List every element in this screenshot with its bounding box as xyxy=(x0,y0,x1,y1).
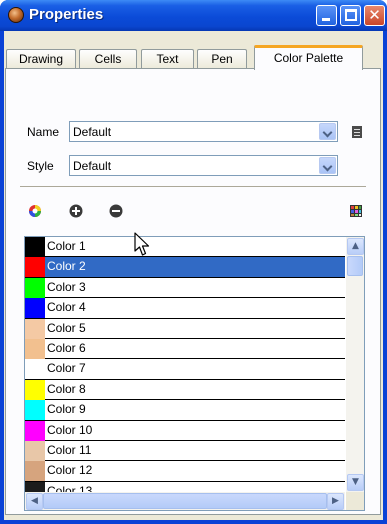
chevron-left-icon: ◀ xyxy=(31,496,38,506)
color-palette-panel: Name Default Style Default Color 1 Color… xyxy=(5,68,381,515)
color-swatch xyxy=(25,440,45,461)
tab-text[interactable]: Text xyxy=(141,49,194,69)
tab-cells[interactable]: Cells xyxy=(79,49,137,69)
close-icon: ✕ xyxy=(368,6,381,24)
color-list-item[interactable]: Color 11 xyxy=(25,440,345,462)
color-label: Color 10 xyxy=(47,422,93,437)
color-swatch xyxy=(25,237,45,257)
color-label: Color 5 xyxy=(47,320,86,335)
app-icon xyxy=(8,7,24,23)
color-swatch xyxy=(25,359,45,380)
color-label: Color 11 xyxy=(47,442,92,457)
color-list-item[interactable]: Color 4 xyxy=(25,298,345,319)
color-label: Color 6 xyxy=(47,340,86,355)
color-label: Color 4 xyxy=(47,300,86,315)
tab-strip: Drawing Cells Text Pen Color Palette xyxy=(4,45,383,70)
chevron-down-icon: ▼ xyxy=(352,477,359,487)
add-icon[interactable] xyxy=(69,204,83,218)
vertical-scrollbar[interactable]: ▲ ▼ xyxy=(346,237,364,492)
color-swatch xyxy=(25,318,45,339)
color-swatch xyxy=(25,379,45,400)
color-list-item[interactable]: Color 13 xyxy=(25,481,345,492)
color-swatch xyxy=(25,277,45,298)
chevron-down-icon[interactable] xyxy=(319,123,336,140)
color-swatch xyxy=(25,338,45,359)
color-list-item[interactable]: Color 7 xyxy=(25,359,345,380)
style-dropdown[interactable]: Default xyxy=(69,155,338,176)
minimize-button[interactable] xyxy=(316,5,337,26)
color-list-item[interactable]: Color 3 xyxy=(25,277,345,299)
color-label: Color 3 xyxy=(47,279,86,294)
scroll-up-button[interactable]: ▲ xyxy=(347,238,364,255)
tab-pen[interactable]: Pen xyxy=(197,49,247,69)
color-label: Color 7 xyxy=(47,361,86,376)
chevron-down-icon[interactable] xyxy=(319,157,336,174)
color-list-item[interactable]: Color 9 xyxy=(25,400,345,421)
color-swatch xyxy=(25,400,45,421)
window-title: Properties xyxy=(29,6,104,23)
color-label: Color 2 xyxy=(47,259,86,274)
color-list-item[interactable]: Color 6 xyxy=(25,338,345,360)
color-list-item[interactable]: Color 12 xyxy=(25,461,345,482)
name-dropdown-value: Default xyxy=(73,125,112,139)
horizontal-scroll-thumb[interactable] xyxy=(43,493,327,509)
scroll-right-button[interactable]: ▶ xyxy=(327,493,344,510)
window-client-area: Drawing Cells Text Pen Color Palette Nam… xyxy=(4,31,383,520)
color-label: Color 9 xyxy=(47,402,86,417)
scroll-left-button[interactable]: ◀ xyxy=(26,493,43,510)
horizontal-scrollbar[interactable]: ◀ ▶ xyxy=(25,492,345,510)
vertical-scroll-thumb[interactable] xyxy=(347,256,363,276)
color-label: Color 12 xyxy=(47,463,93,478)
style-label: Style xyxy=(27,159,54,173)
name-dropdown[interactable]: Default xyxy=(69,121,338,142)
color-swatch xyxy=(25,257,45,278)
color-wheel-icon[interactable] xyxy=(28,204,42,218)
maximize-button[interactable] xyxy=(340,5,361,26)
divider xyxy=(20,186,366,187)
remove-icon[interactable] xyxy=(109,204,123,218)
name-label: Name xyxy=(27,125,60,139)
page-icon[interactable] xyxy=(350,125,364,139)
color-list-item[interactable]: Color 10 xyxy=(25,420,345,441)
mouse-cursor-icon xyxy=(134,232,150,256)
properties-window: Properties ✕ Drawing Cells Text Pen Colo… xyxy=(0,0,387,524)
minimize-icon xyxy=(322,18,330,21)
grid-icon[interactable] xyxy=(349,204,363,218)
tab-drawing[interactable]: Drawing xyxy=(6,49,76,69)
color-swatch xyxy=(25,481,45,492)
color-list-item[interactable]: Color 5 xyxy=(25,318,345,339)
color-list-rows: Color 1 Color 2 Color 3 Color 4 Color 5 Color… xyxy=(25,237,345,492)
title-bar[interactable]: Properties ✕ xyxy=(0,0,387,31)
color-swatch xyxy=(25,298,45,319)
color-label: Color 13 xyxy=(47,483,93,492)
chevron-right-icon: ▶ xyxy=(332,496,339,506)
chevron-up-icon: ▲ xyxy=(352,241,359,251)
color-label: Color 1 xyxy=(47,239,86,253)
style-dropdown-value: Default xyxy=(73,159,112,173)
scrollbar-corner xyxy=(346,492,364,510)
color-label: Color 8 xyxy=(47,381,86,396)
color-list-item[interactable]: Color 1 xyxy=(25,237,345,258)
tab-color-palette[interactable]: Color Palette xyxy=(254,45,363,70)
scroll-down-button[interactable]: ▼ xyxy=(347,474,364,491)
close-button[interactable]: ✕ xyxy=(364,5,385,26)
color-list-item[interactable]: Color 2 xyxy=(25,257,345,278)
color-swatch xyxy=(25,420,45,441)
color-swatch xyxy=(25,461,45,482)
color-list-item[interactable]: Color 8 xyxy=(25,379,345,401)
color-list[interactable]: Color 1 Color 2 Color 3 Color 4 Color 5 Color… xyxy=(24,236,365,511)
maximize-icon xyxy=(345,9,357,21)
